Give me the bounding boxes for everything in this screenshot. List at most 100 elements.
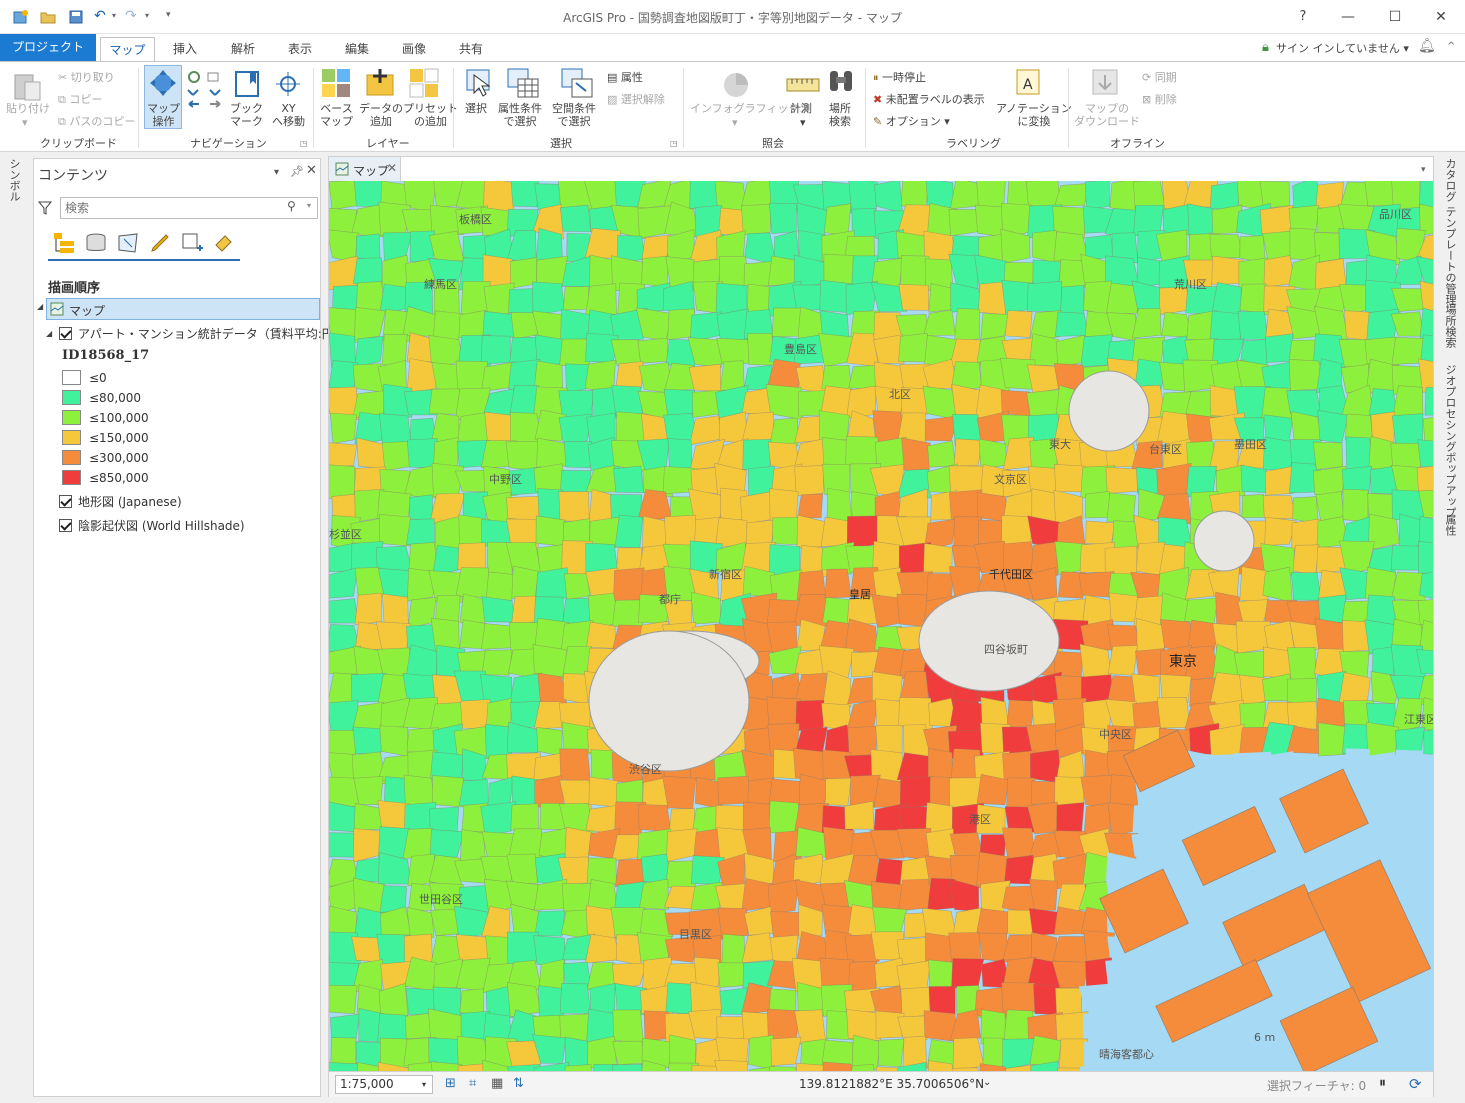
layer-name[interactable]: アパート・マンション統計データ（賃料平均:円） bbox=[78, 325, 346, 342]
select-button[interactable]: 選択 bbox=[465, 102, 487, 115]
tab-share[interactable]: 共有 bbox=[451, 37, 491, 61]
map-district bbox=[668, 808, 695, 833]
basemap-topographic-label[interactable]: 地形図 (Japanese) bbox=[78, 493, 182, 510]
help-button[interactable]: ? bbox=[1292, 6, 1314, 28]
refresh-map-icon[interactable]: ⟳ bbox=[1409, 1075, 1422, 1093]
tab-edit[interactable]: 編集 bbox=[337, 37, 377, 61]
grid-icon[interactable]: ⌗ bbox=[469, 1076, 476, 1091]
map-district bbox=[1417, 439, 1433, 467]
attributes-button[interactable]: ▤ 属性 bbox=[607, 69, 643, 85]
convert-to-annotation-button[interactable]: アノテーション に変換 bbox=[996, 102, 1072, 128]
legend-swatch[interactable] bbox=[62, 390, 81, 405]
attributes-tab[interactable]: 属性 bbox=[1442, 514, 1458, 536]
basemap-button[interactable]: ベース マップ bbox=[320, 102, 353, 128]
notification-bell-icon[interactable]: 🔔︎ bbox=[1418, 38, 1436, 54]
map-tabs-dropdown-icon[interactable]: ▾ bbox=[1421, 165, 1426, 175]
contents-search-input[interactable] bbox=[61, 198, 271, 218]
pause-labeling-button[interactable]: ⏸ 一時停止 bbox=[873, 69, 926, 85]
explore-button[interactable]: マップ 操作 bbox=[147, 102, 180, 128]
basemap-hillshade-checkbox[interactable] bbox=[59, 519, 72, 532]
locate-tab[interactable]: 場所検索 bbox=[1442, 304, 1458, 348]
map-canvas[interactable]: 板橋区 練馬区 豊島区 荒川区 北区 東大 台東区 墨田区 文京区 中野区 杉並区 新宿区 都庁 千代田区… bbox=[329, 181, 1433, 1071]
fixed-zoom-icon[interactable]: ⊞ bbox=[445, 1076, 456, 1091]
list-by-data-source-icon[interactable] bbox=[84, 231, 108, 255]
close-map-tab-icon[interactable]: ✕ bbox=[387, 161, 397, 175]
collapse-layer-icon[interactable]: ◢ bbox=[46, 329, 52, 338]
tab-imagery[interactable]: 画像 bbox=[394, 37, 434, 61]
map-district bbox=[559, 983, 591, 1014]
basemap-topographic-checkbox[interactable] bbox=[59, 495, 72, 508]
infographics-dropdown-icon[interactable]: ▾ bbox=[732, 116, 738, 129]
bookmarks-button[interactable]: ブック マーク bbox=[230, 102, 263, 128]
measure-button[interactable]: 計測 bbox=[790, 102, 812, 115]
map-district bbox=[508, 828, 543, 859]
filter-icon[interactable] bbox=[38, 201, 52, 215]
remove-button[interactable]: ⊠ 削除 bbox=[1142, 91, 1177, 107]
legend-swatch[interactable] bbox=[62, 430, 81, 445]
list-by-labeling-icon[interactable] bbox=[212, 231, 236, 255]
refresh-view-icon[interactable]: ⇅ bbox=[513, 1076, 524, 1091]
clear-selection-button[interactable]: ▨ 選択解除 bbox=[607, 91, 665, 107]
legend-swatch[interactable] bbox=[62, 410, 81, 425]
layer-visibility-checkbox[interactable] bbox=[59, 327, 72, 340]
paste-button[interactable]: 貼り付け bbox=[6, 102, 50, 115]
add-data-button[interactable]: データの 追加 bbox=[359, 102, 403, 128]
tab-analysis[interactable]: 解析 bbox=[223, 37, 263, 61]
map-view-tab[interactable]: マップ ✕ bbox=[329, 157, 401, 181]
sync-button[interactable]: ⟳ 同期 bbox=[1142, 69, 1177, 85]
locate-button[interactable]: 場所 検索 bbox=[829, 102, 851, 128]
map-district bbox=[1187, 203, 1216, 239]
minimize-button[interactable]: — bbox=[1337, 6, 1359, 28]
legend-swatch[interactable] bbox=[62, 450, 81, 465]
map-district bbox=[585, 465, 617, 493]
sign-in-status[interactable]: サイン インしていません ▾ bbox=[1276, 40, 1409, 56]
pin-icon[interactable]: 📌︎ bbox=[290, 165, 304, 178]
tab-map[interactable]: マップ bbox=[100, 37, 155, 61]
search-icon[interactable]: ⚲ bbox=[287, 199, 296, 213]
measure-dropdown-icon[interactable]: ▾ bbox=[800, 116, 806, 129]
list-by-selection-icon[interactable] bbox=[116, 231, 140, 255]
labeling-options-button[interactable]: ✎ オプション ▾ bbox=[873, 113, 950, 129]
cut-button[interactable]: ✂ 切り取り bbox=[58, 69, 115, 85]
geoprocessing-tab[interactable]: ジオプロセシング bbox=[1442, 364, 1458, 452]
table-icon[interactable]: ▦ bbox=[491, 1076, 503, 1091]
map-scale-input[interactable]: 1:75,000 ▾ bbox=[335, 1075, 433, 1094]
list-by-snapping-icon[interactable] bbox=[180, 231, 204, 255]
popup-tab[interactable]: ポップアップ bbox=[1442, 452, 1458, 518]
goto-xy-button[interactable]: XY へ移動 bbox=[272, 102, 305, 128]
close-button[interactable]: ✕ bbox=[1430, 6, 1452, 28]
list-by-drawing-order-icon[interactable] bbox=[52, 231, 76, 255]
list-by-editing-icon[interactable] bbox=[148, 231, 172, 255]
tab-insert[interactable]: 挿入 bbox=[165, 37, 205, 61]
zoom-extent-icons[interactable] bbox=[186, 70, 224, 110]
paste-dropdown-icon[interactable]: ▾ bbox=[22, 116, 28, 129]
collapse-map-icon[interactable]: ◢ bbox=[37, 302, 43, 311]
select-by-location-button[interactable]: 空間条件 で選択 bbox=[552, 102, 596, 128]
copy-button[interactable]: ⧉ コピー bbox=[58, 91, 102, 107]
select-by-attributes-button[interactable]: 属性条件 で選択 bbox=[498, 102, 542, 128]
pause-drawing-icon[interactable]: ⏸ bbox=[1379, 1075, 1386, 1091]
manage-templates-tab[interactable]: テンプレートの管理 bbox=[1442, 206, 1458, 305]
download-map-button[interactable]: マップの ダウンロード bbox=[1074, 102, 1140, 128]
map-node[interactable]: マップ bbox=[46, 298, 320, 320]
basemap-hillshade-label[interactable]: 陰影起伏図 (World Hillshade) bbox=[78, 517, 245, 534]
legend-swatch[interactable] bbox=[62, 470, 81, 485]
coordinate-format-icon[interactable]: ⌄ bbox=[983, 1077, 991, 1088]
close-pane-icon[interactable]: ✕ bbox=[306, 163, 317, 178]
map-district bbox=[329, 464, 356, 499]
copy-path-button[interactable]: ⧉ パスのコピー bbox=[58, 113, 135, 129]
collapse-ribbon-icon[interactable]: ^ bbox=[1447, 41, 1455, 52]
pane-menu-icon[interactable]: ▾ bbox=[274, 167, 279, 178]
catalog-tab[interactable]: カタログ bbox=[1442, 158, 1458, 202]
group-separator bbox=[138, 68, 139, 148]
search-options-icon[interactable]: ▾ bbox=[307, 201, 311, 210]
selection-launcher-icon[interactable]: ◳ bbox=[670, 139, 678, 148]
navigation-launcher-icon[interactable]: ◳ bbox=[300, 139, 308, 148]
tab-view[interactable]: 表示 bbox=[280, 37, 320, 61]
view-unplaced-labels-button[interactable]: ✖ 未配置ラベルの表示 bbox=[873, 91, 985, 107]
symbology-tab[interactable]: シンボル bbox=[6, 158, 22, 202]
legend-swatch[interactable] bbox=[62, 370, 81, 385]
add-preset-button[interactable]: プリセット の追加 bbox=[403, 102, 458, 128]
maximize-button[interactable]: ☐ bbox=[1384, 6, 1406, 28]
tab-project[interactable]: プロジェクト bbox=[0, 34, 96, 61]
